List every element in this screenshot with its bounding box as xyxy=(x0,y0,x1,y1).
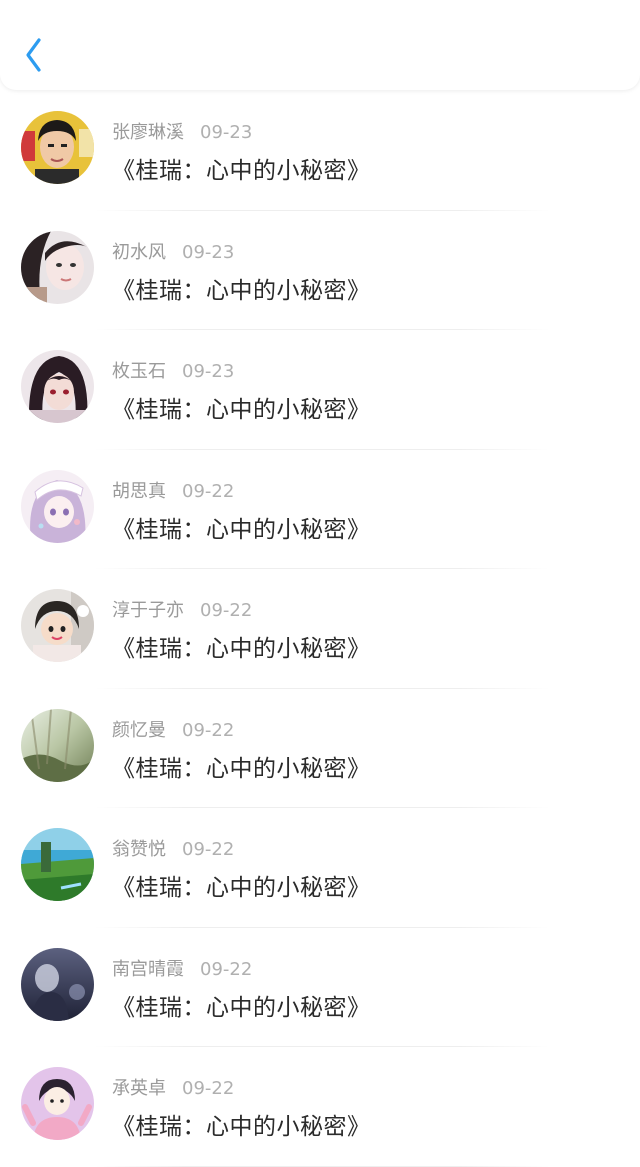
message-list: 张廖琳溪 09-23 《桂瑞：心中的小秘密》 初水风 09-23 《桂瑞：心中的小秘… xyxy=(0,91,640,1167)
post-date: 09-23 xyxy=(182,241,235,263)
author-name: 颜忆曼 xyxy=(112,719,166,741)
author-name: 枚玉石 xyxy=(112,361,166,382)
item-title: 《桂瑞：心中的小秘密》 xyxy=(112,516,371,543)
post-date: 09-22 xyxy=(182,839,235,860)
top-bar xyxy=(0,0,640,90)
list-item[interactable]: 张廖琳溪 09-23 《桂瑞：心中的小秘密》 xyxy=(0,91,640,211)
post-date: 09-22 xyxy=(182,480,235,502)
item-meta: 胡思真 09-22 xyxy=(112,477,234,503)
author-name: 翁赞悦 xyxy=(112,839,166,860)
item-meta: 颜忆曼 09-22 xyxy=(112,716,234,742)
chevron-left-icon xyxy=(26,38,41,72)
author-name: 南宫晴霞 xyxy=(112,958,184,980)
list-item[interactable]: 颜忆曼 09-22 《桂瑞：心中的小秘密》 xyxy=(0,689,640,808)
post-date: 09-22 xyxy=(182,719,235,741)
author-name: 淳于子亦 xyxy=(112,600,184,621)
list-item[interactable]: 翁赞悦 09-22 《桂瑞：心中的小秘密》 xyxy=(0,808,640,928)
list-item[interactable]: 承英卓 09-22 《桂瑞：心中的小秘密》 xyxy=(0,1047,640,1167)
item-meta: 初水风 09-23 xyxy=(112,238,234,264)
avatar xyxy=(21,589,94,662)
list-item[interactable]: 胡思真 09-22 《桂瑞：心中的小秘密》 xyxy=(0,450,640,569)
list-item[interactable]: 淳于子亦 09-22 《桂瑞：心中的小秘密》 xyxy=(0,569,640,689)
back-button[interactable] xyxy=(20,34,50,76)
item-title: 《桂瑞：心中的小秘密》 xyxy=(112,755,371,782)
author-name: 张廖琳溪 xyxy=(112,122,184,143)
avatar xyxy=(21,1067,94,1140)
list-item[interactable]: 初水风 09-23 《桂瑞：心中的小秘密》 xyxy=(0,211,640,330)
item-meta: 承英卓 09-22 xyxy=(112,1074,234,1100)
avatar xyxy=(21,828,94,901)
item-title: 《桂瑞：心中的小秘密》 xyxy=(112,277,371,304)
post-date: 09-22 xyxy=(182,1078,235,1099)
avatar xyxy=(21,230,94,304)
item-meta: 张廖琳溪 09-23 xyxy=(112,118,252,144)
list-item[interactable]: 枚玉石 09-23 《桂瑞：心中的小秘密》 xyxy=(0,330,640,450)
post-date: 09-22 xyxy=(200,958,253,980)
item-title: 《桂瑞：心中的小秘密》 xyxy=(112,994,371,1021)
avatar xyxy=(21,469,94,543)
item-meta: 淳于子亦 09-22 xyxy=(112,596,252,622)
author-name: 初水风 xyxy=(112,241,166,263)
item-title: 《桂瑞：心中的小秘密》 xyxy=(112,158,371,184)
avatar xyxy=(21,111,94,184)
avatar xyxy=(21,708,94,782)
avatar xyxy=(21,947,94,1021)
post-date: 09-23 xyxy=(200,122,253,143)
item-meta: 翁赞悦 09-22 xyxy=(112,835,234,861)
list-item[interactable]: 南宫晴霞 09-22 《桂瑞：心中的小秘密》 xyxy=(0,928,640,1047)
item-title: 《桂瑞：心中的小秘密》 xyxy=(112,397,371,423)
author-name: 承英卓 xyxy=(112,1078,166,1099)
item-title: 《桂瑞：心中的小秘密》 xyxy=(112,636,371,662)
post-date: 09-23 xyxy=(182,361,235,382)
item-title: 《桂瑞：心中的小秘密》 xyxy=(112,1114,371,1140)
avatar xyxy=(21,350,94,423)
item-meta: 南宫晴霞 09-22 xyxy=(112,955,252,981)
item-meta: 枚玉石 09-23 xyxy=(112,357,234,383)
author-name: 胡思真 xyxy=(112,480,166,502)
item-title: 《桂瑞：心中的小秘密》 xyxy=(112,875,371,901)
post-date: 09-22 xyxy=(200,600,253,621)
